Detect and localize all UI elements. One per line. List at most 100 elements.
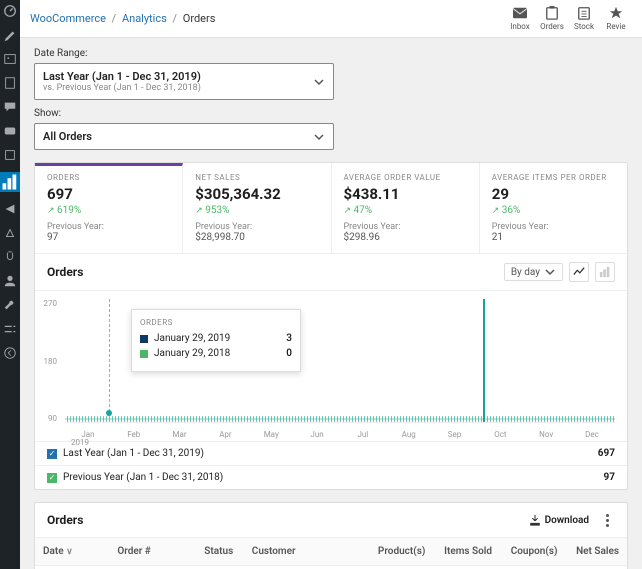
rail-item-posts[interactable] bbox=[3, 28, 17, 42]
rail-item-dashboard[interactable] bbox=[3, 4, 17, 18]
table-row: 12/18/201910930Completed N/AAndover Spla… bbox=[35, 566, 627, 569]
table-menu-button[interactable] bbox=[599, 514, 615, 527]
stat-prev-value: 21 bbox=[492, 232, 615, 243]
stat-label: ORDERS bbox=[47, 173, 170, 182]
cell-coupons bbox=[500, 566, 565, 569]
stat-prev-value: $28,998.70 bbox=[195, 232, 318, 243]
rail-item-plugins[interactable] bbox=[3, 250, 17, 264]
stat-tile[interactable]: NET SALES $305,364.32 ↗ 953% Previous Year:… bbox=[183, 163, 331, 253]
stat-tile[interactable]: ORDERS 697 ↗ 619% Previous Year:97 bbox=[35, 163, 183, 253]
orders-table-card: Orders Download Date ∨ Order # Status Cu… bbox=[34, 502, 628, 569]
rail-item-comments[interactable] bbox=[3, 100, 17, 114]
chart-tooltip: ORDERS January 29, 20193January 29, 2018… bbox=[131, 309, 301, 372]
y-axis-ticks: 27018090 bbox=[35, 299, 61, 423]
stat-value: $438.11 bbox=[344, 185, 467, 203]
rail-item-users[interactable] bbox=[3, 274, 17, 288]
rail-item-tools[interactable] bbox=[3, 298, 17, 312]
stats-card: ORDERS697↗ 619%Previous Year:97NET SALES… bbox=[34, 162, 628, 490]
date-range-label: Date Range: bbox=[34, 48, 628, 59]
chart-line-button[interactable] bbox=[569, 262, 589, 282]
breadcrumb: WooCommerce / Analytics / Orders bbox=[30, 12, 215, 25]
stat-prev-label: Previous Year: bbox=[195, 222, 318, 232]
stat-prev-value: $298.96 bbox=[344, 232, 467, 243]
stat-tile[interactable]: AVERAGE ORDER VALUE $438.11 ↗ 47% Previous … bbox=[332, 163, 480, 253]
chart-interval-select[interactable]: By day bbox=[504, 263, 563, 281]
stat-delta: ↗ 47% bbox=[344, 205, 467, 216]
chevron-down-icon bbox=[313, 131, 325, 143]
col-coupons[interactable]: Coupon(s) bbox=[500, 538, 565, 566]
chart-title: Orders bbox=[47, 265, 504, 279]
stat-delta: ↗ 953% bbox=[195, 205, 318, 216]
rail-item-products[interactable] bbox=[3, 148, 17, 162]
stat-value: 29 bbox=[492, 185, 615, 203]
stat-label: AVERAGE ITEMS PER ORDER bbox=[492, 173, 615, 182]
rail-item-media[interactable] bbox=[3, 52, 17, 66]
orders-icon bbox=[545, 6, 559, 20]
chart-legend: ✓Last Year (Jan 1 - Dec 31, 2019)697✓Pre… bbox=[35, 441, 627, 489]
line-chart-icon bbox=[573, 266, 585, 278]
show-select[interactable]: All Orders bbox=[34, 123, 334, 150]
cell-status: Completed bbox=[159, 566, 241, 569]
x-axis-year: 2019 bbox=[71, 438, 89, 447]
rail-item-marketing[interactable] bbox=[3, 202, 17, 216]
stat-label: NET SALES bbox=[195, 173, 318, 182]
chart-bar-button[interactable] bbox=[595, 262, 615, 282]
rail-item-appearance[interactable] bbox=[3, 226, 17, 240]
bar-chart-icon bbox=[599, 266, 611, 278]
legend-item[interactable]: ✓Previous Year (Jan 1 - Dec 31, 2018)97 bbox=[35, 465, 627, 489]
tooltip-row: January 29, 20180 bbox=[140, 348, 292, 359]
col-items[interactable]: Items Sold bbox=[433, 538, 500, 566]
stat-prev-label: Previous Year: bbox=[344, 222, 467, 232]
stat-value: $305,364.32 bbox=[195, 185, 318, 203]
rail-item-pages[interactable] bbox=[3, 76, 17, 90]
stat-prev-label: Previous Year: bbox=[47, 222, 170, 232]
stat-prev-value: 97 bbox=[47, 232, 170, 243]
breadcrumb-page: Orders bbox=[183, 12, 216, 25]
rail-item-collapse[interactable] bbox=[3, 346, 17, 360]
legend-item[interactable]: ✓Last Year (Jan 1 - Dec 31, 2019)697 bbox=[35, 441, 627, 465]
show-label: Show: bbox=[34, 108, 628, 119]
breadcrumb-root[interactable]: WooCommerce bbox=[30, 12, 106, 25]
download-icon bbox=[529, 514, 541, 526]
cell-product: Andover Splash Of Color bbox=[304, 566, 434, 569]
rail-item-settings[interactable] bbox=[3, 322, 17, 336]
stat-delta: ↗ 36% bbox=[492, 205, 615, 216]
col-products[interactable]: Product(s) bbox=[304, 538, 434, 566]
rail-item-analytics[interactable] bbox=[0, 172, 20, 192]
mail-icon bbox=[513, 6, 527, 20]
col-customer[interactable]: Customer bbox=[241, 538, 303, 566]
date-range-select[interactable]: Last Year (Jan 1 - Dec 31, 2019) vs. Pre… bbox=[34, 63, 334, 100]
chart-area[interactable]: 27018090 JanFebMarAprMayJunJulAugSepOctN… bbox=[35, 291, 627, 441]
cell-order: 10930 bbox=[107, 566, 159, 569]
chevron-down-icon bbox=[544, 266, 556, 278]
rail-item-woo[interactable] bbox=[3, 124, 17, 138]
stat-delta: ↗ 619% bbox=[47, 205, 170, 216]
stat-tile[interactable]: AVERAGE ITEMS PER ORDER 29 ↗ 36% Previous Y… bbox=[480, 163, 627, 253]
x-axis-ticks: JanFebMarAprMayJunJulAugSepOctNovDec bbox=[65, 430, 615, 439]
chevron-down-icon bbox=[313, 76, 325, 88]
col-order[interactable]: Order # bbox=[107, 538, 159, 566]
breadcrumb-section[interactable]: Analytics bbox=[122, 12, 167, 25]
stat-label: AVERAGE ORDER VALUE bbox=[344, 173, 467, 182]
cell-customer: N/A bbox=[241, 566, 303, 569]
cell-items: -1 bbox=[433, 566, 500, 569]
topbar: WooCommerce / Analytics / Orders Inbox O… bbox=[20, 0, 642, 38]
col-status[interactable]: Status bbox=[159, 538, 241, 566]
col-date[interactable]: Date ∨ bbox=[35, 538, 107, 566]
cell-net: $-5.00 bbox=[566, 566, 628, 569]
table-title: Orders bbox=[47, 513, 529, 527]
orders-table: Date ∨ Order # Status Customer Product(s… bbox=[35, 538, 627, 569]
col-net[interactable]: Net Sales bbox=[566, 538, 628, 566]
sort-desc-icon: ∨ bbox=[66, 547, 73, 557]
stat-prev-label: Previous Year: bbox=[492, 222, 615, 232]
stat-value: 697 bbox=[47, 185, 170, 203]
chart-header: Orders By day bbox=[35, 254, 627, 291]
topbar-reviews[interactable]: Revie bbox=[600, 6, 632, 31]
tooltip-row: January 29, 20193 bbox=[140, 333, 292, 344]
download-button[interactable]: Download bbox=[529, 514, 589, 526]
admin-sidebar bbox=[0, 0, 20, 569]
cell-date: 12/18/2019 bbox=[35, 566, 107, 569]
topbar-stock[interactable]: Stock bbox=[568, 6, 600, 31]
topbar-inbox[interactable]: Inbox bbox=[504, 6, 536, 31]
topbar-orders[interactable]: Orders bbox=[536, 6, 568, 31]
